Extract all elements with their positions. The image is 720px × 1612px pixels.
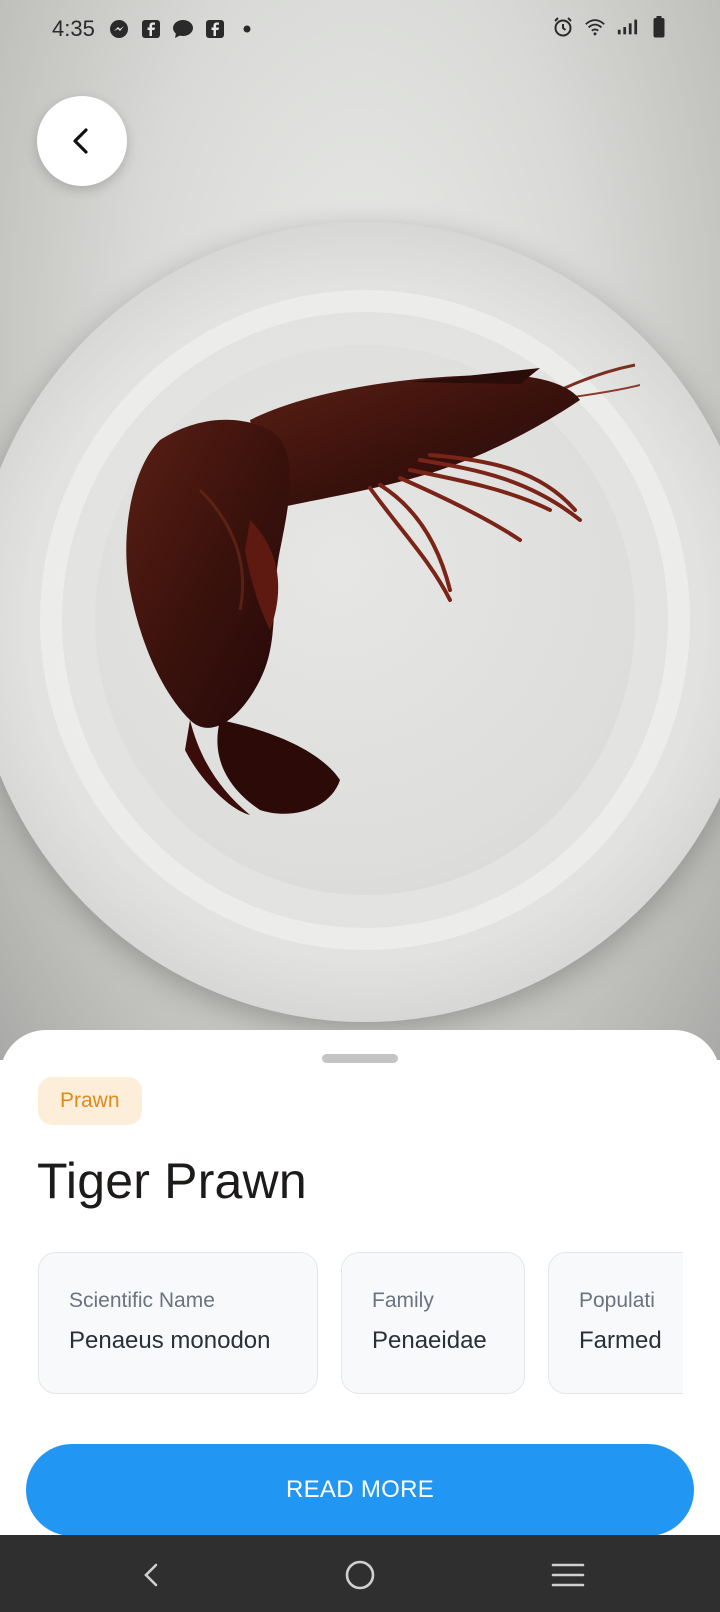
messenger-icon: [108, 18, 130, 40]
sheet-drag-handle[interactable]: [322, 1054, 398, 1063]
recents-nav-button[interactable]: [546, 1553, 590, 1597]
back-button[interactable]: [37, 96, 127, 186]
card-label: Populati: [579, 1289, 655, 1312]
system-nav-bar: [0, 1535, 720, 1612]
card-value: Farmed: [579, 1327, 662, 1354]
back-nav-icon: [144, 1563, 158, 1587]
card-label: Scientific Name: [69, 1289, 215, 1312]
prawn-illustration: [126, 363, 640, 815]
wifi-icon: [584, 16, 606, 38]
recents-nav-icon: [551, 1563, 585, 1587]
read-more-button[interactable]: READ MORE: [26, 1444, 694, 1536]
facebook-icon: [204, 18, 226, 40]
chat-bubble-icon: [172, 18, 194, 40]
category-tag: Prawn: [38, 1077, 142, 1125]
battery-icon: [648, 16, 670, 38]
system-icons: [552, 16, 670, 38]
chevron-left-icon: [73, 128, 88, 154]
home-nav-icon: [345, 1560, 375, 1590]
info-card-scientific-name: Scientific Name Penaeus monodon: [38, 1252, 318, 1394]
dot-icon: [236, 18, 258, 40]
alarm-icon: [552, 16, 574, 38]
card-value: Penaeidae: [372, 1327, 487, 1354]
info-card-family: Family Penaeidae: [341, 1252, 525, 1394]
info-cards-carousel[interactable]: Scientific Name Penaeus monodon Family P…: [38, 1252, 683, 1394]
status-bar: 4:35: [0, 0, 720, 60]
notification-icons: [108, 18, 258, 40]
signal-icon: [616, 16, 638, 38]
info-card-population: Populati Farmed: [548, 1252, 683, 1394]
status-time: 4:35: [52, 16, 95, 41]
species-title: Tiger Prawn: [37, 1153, 307, 1209]
card-label: Family: [372, 1289, 434, 1312]
back-nav-button[interactable]: [130, 1553, 174, 1597]
home-nav-button[interactable]: [338, 1553, 382, 1597]
details-sheet: Prawn Tiger Prawn Scientific Name Penaeu…: [0, 1030, 720, 1536]
facebook-icon: [140, 18, 162, 40]
card-value: Penaeus monodon: [69, 1327, 271, 1354]
